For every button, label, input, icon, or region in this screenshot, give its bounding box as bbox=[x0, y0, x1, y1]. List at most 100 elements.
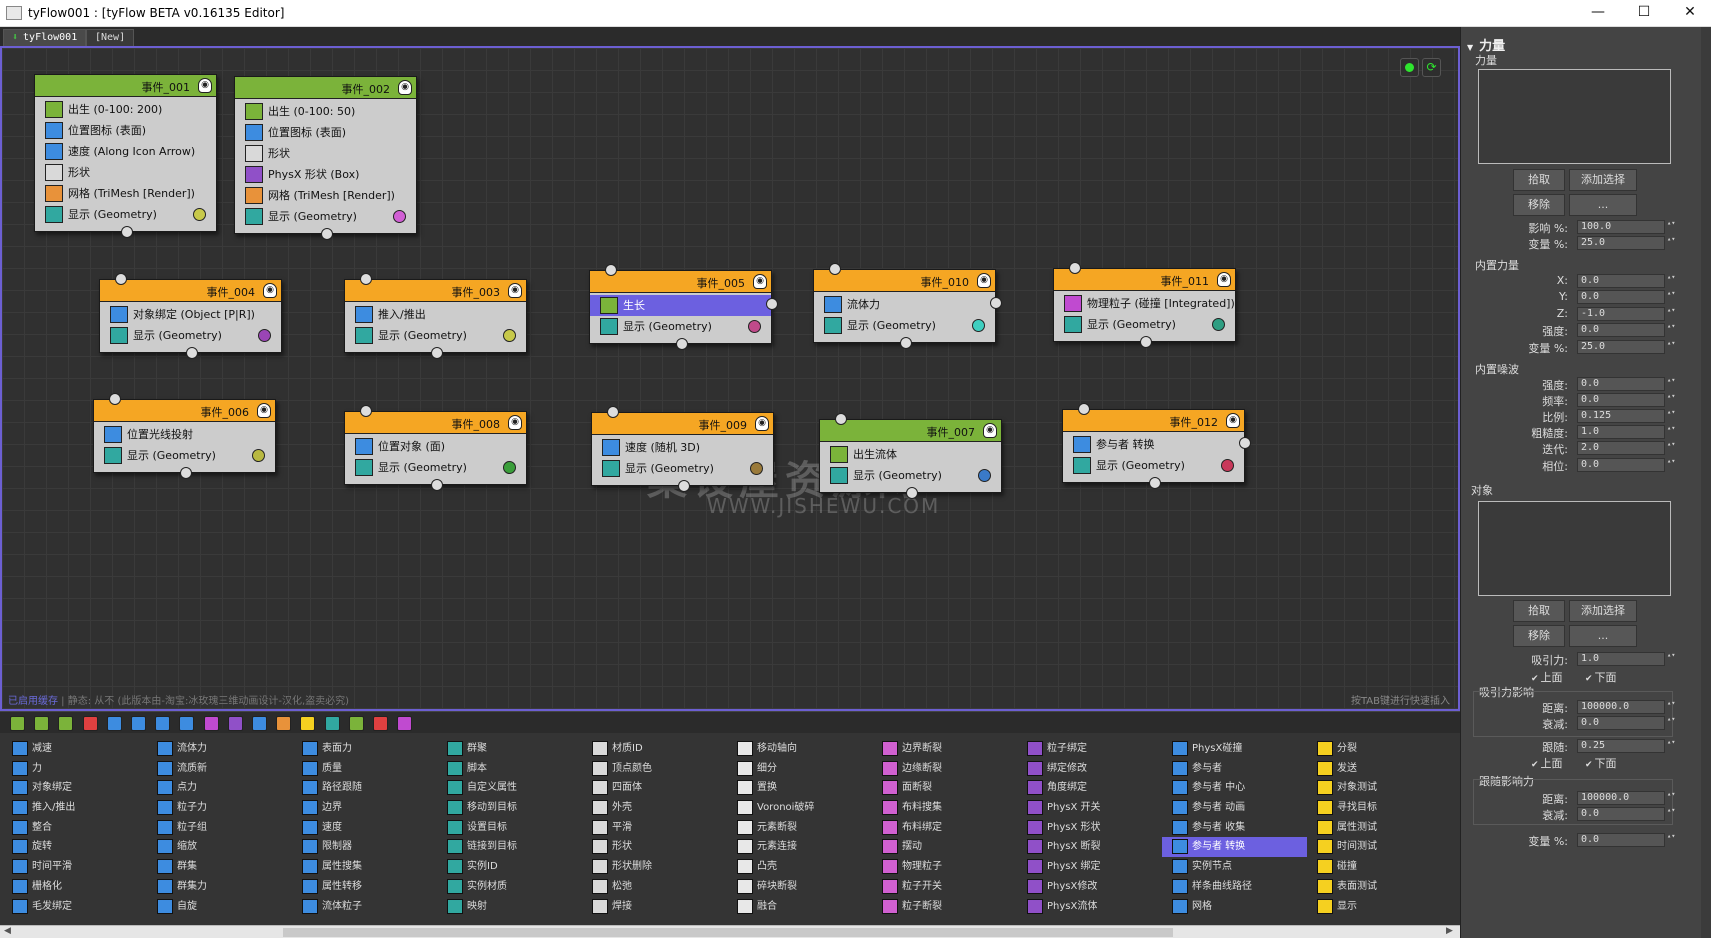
event-header[interactable]: 事件_003 ◉ bbox=[345, 280, 526, 302]
lightbulb-icon[interactable]: ◉ bbox=[1217, 272, 1231, 287]
event-header[interactable]: 事件_007 ◉ bbox=[820, 420, 1001, 442]
category-filter-icon[interactable] bbox=[203, 716, 219, 731]
event-header[interactable]: 事件_004 ◉ bbox=[100, 280, 281, 302]
operator-row[interactable]: 物理粒子 (碰撞 [Integrated]) bbox=[1054, 293, 1235, 314]
display-color-swatch[interactable] bbox=[258, 329, 271, 342]
operator-list-item[interactable]: 流体力 bbox=[147, 739, 292, 759]
display-color-swatch[interactable] bbox=[1212, 318, 1225, 331]
operator-row[interactable]: 显示 (Geometry) bbox=[94, 445, 275, 466]
operator-list-item[interactable]: 对象绑定 bbox=[2, 778, 147, 798]
category-filter-icon[interactable] bbox=[106, 716, 122, 731]
operator-list-item[interactable]: 时间平滑 bbox=[2, 857, 147, 877]
pick-button[interactable]: 拾取 bbox=[1513, 169, 1565, 191]
operator-list-item[interactable]: 细分 bbox=[727, 759, 872, 779]
operator-list-item[interactable]: 边界断裂 bbox=[872, 739, 1017, 759]
scroll-left-icon[interactable]: ◀ bbox=[4, 926, 11, 936]
distance-spinner[interactable]: 100000.0 bbox=[1577, 700, 1675, 714]
operator-list-item[interactable]: PhysX 绑定 bbox=[1017, 857, 1162, 877]
operator-row[interactable]: 速度 (Along Icon Arrow) bbox=[35, 141, 216, 162]
operator-list-item[interactable]: 路径跟随 bbox=[292, 778, 437, 798]
operator-list-item[interactable]: 绑定修改 bbox=[1017, 759, 1162, 779]
output-port[interactable] bbox=[320, 228, 333, 240]
operator-list-item[interactable]: 凸壳 bbox=[727, 857, 872, 877]
operator-list-item[interactable]: 碰撞 bbox=[1307, 857, 1452, 877]
operator-row[interactable]: 位置图标 (表面) bbox=[235, 122, 416, 143]
above-follow-checkbox[interactable]: ✔ 上面 bbox=[1531, 755, 1563, 771]
operator-list-item[interactable]: 群集 bbox=[147, 857, 292, 877]
operator-list-item[interactable]: PhysX 开关 bbox=[1017, 798, 1162, 818]
test-output-port[interactable] bbox=[990, 297, 1002, 309]
category-filter-icon[interactable] bbox=[10, 716, 25, 731]
flow-canvas[interactable]: ⟳ 集设屋资源网 WWW.JISHEWU.COM 已启用缓存 | 静态: 从不 … bbox=[0, 46, 1460, 711]
event-header[interactable]: 事件_006 ◉ bbox=[94, 400, 275, 422]
operator-list-item[interactable]: 流质新 bbox=[147, 759, 292, 779]
operator-list-item[interactable]: 整合 bbox=[2, 818, 147, 838]
operator-list-item[interactable]: 时间测试 bbox=[1307, 837, 1452, 857]
output-port[interactable] bbox=[120, 226, 133, 238]
lightbulb-icon[interactable]: ◉ bbox=[263, 283, 277, 298]
operator-list-item[interactable]: 自定义属性 bbox=[437, 778, 582, 798]
remove-objects-button[interactable]: 移除 bbox=[1513, 625, 1565, 647]
add-select-objects-button[interactable]: 添加选择 bbox=[1569, 600, 1637, 622]
operator-list-item[interactable]: 对象测试 bbox=[1307, 778, 1452, 798]
event-node[interactable]: 事件_010 ◉ 流体力 显示 (Geometry) bbox=[813, 263, 1002, 349]
operator-row[interactable]: 显示 (Geometry) bbox=[345, 457, 526, 478]
operator-list-item[interactable]: 面断裂 bbox=[872, 778, 1017, 798]
event-header[interactable]: 事件_002 ◉ bbox=[235, 77, 416, 99]
operator-list-item[interactable]: 流体粒子 bbox=[292, 897, 437, 917]
y-spinner[interactable]: 0.0 bbox=[1577, 290, 1675, 304]
category-filter-icon[interactable] bbox=[155, 716, 171, 731]
operator-list-item[interactable]: 松弛 bbox=[582, 877, 727, 897]
operator-list-item[interactable]: 外壳 bbox=[582, 798, 727, 818]
event-header[interactable]: 事件_010 ◉ bbox=[814, 270, 995, 292]
operator-row[interactable]: 显示 (Geometry) bbox=[1063, 455, 1244, 476]
event-node[interactable]: 事件_006 ◉ 位置光线投射 显示 (Geometry) bbox=[93, 393, 276, 479]
lightbulb-icon[interactable]: ◉ bbox=[198, 78, 212, 93]
operator-row[interactable]: 对象绑定 (Object [P|R]) bbox=[100, 304, 281, 325]
operator-list-item[interactable]: 栅格化 bbox=[2, 877, 147, 897]
operator-list-item[interactable]: 实例材质 bbox=[437, 877, 582, 897]
operator-row[interactable]: 出生流体 bbox=[820, 444, 1001, 465]
output-port[interactable] bbox=[677, 480, 690, 492]
category-filter-icon[interactable] bbox=[300, 716, 316, 731]
more-objects-button[interactable]: ... bbox=[1569, 625, 1637, 647]
operator-row[interactable]: 出生 (0-100: 200) bbox=[35, 99, 216, 120]
x-spinner[interactable]: 0.0 bbox=[1577, 274, 1675, 288]
output-port[interactable] bbox=[899, 337, 912, 349]
event-node[interactable]: 事件_002 ◉ 出生 (0-100: 50) 位置图标 (表面) 形状 PhysX 形状… bbox=[234, 76, 417, 240]
noise-scale-spinner[interactable]: 0.125 bbox=[1577, 409, 1675, 423]
operator-list-item[interactable]: 粒子断裂 bbox=[872, 897, 1017, 917]
operator-list-item[interactable]: 样条曲线路径 bbox=[1162, 877, 1307, 897]
event-node[interactable]: 事件_004 ◉ 对象绑定 (Object [P|R]) 显示 (Geometry) bbox=[99, 273, 282, 359]
follow-spinner[interactable]: 0.25 bbox=[1577, 739, 1675, 753]
output-port[interactable] bbox=[905, 487, 918, 499]
category-filter-icon[interactable] bbox=[34, 716, 50, 731]
category-filter-icon[interactable] bbox=[276, 716, 292, 731]
operator-list-item[interactable]: 布料搜集 bbox=[872, 798, 1017, 818]
operator-list-item[interactable]: 布料绑定 bbox=[872, 818, 1017, 838]
event-header[interactable]: 事件_001 ◉ bbox=[35, 75, 216, 97]
operator-list-item[interactable]: 实例ID bbox=[437, 857, 582, 877]
input-port[interactable] bbox=[835, 413, 847, 425]
operator-list-item[interactable]: PhysX流体 bbox=[1017, 897, 1162, 917]
operator-list-item[interactable]: 点力 bbox=[147, 778, 292, 798]
input-port[interactable] bbox=[360, 273, 372, 285]
operator-list-item[interactable]: 角度绑定 bbox=[1017, 778, 1162, 798]
distance2-spinner[interactable]: 100000.0 bbox=[1577, 791, 1675, 805]
operator-list-item[interactable]: 发送 bbox=[1307, 759, 1452, 779]
influence-spinner[interactable]: 100.0 bbox=[1577, 220, 1675, 234]
noise-frequency-spinner[interactable]: 0.0 bbox=[1577, 393, 1675, 407]
category-filter-icon[interactable] bbox=[397, 716, 413, 731]
output-port[interactable] bbox=[430, 347, 443, 359]
noise-strength-spinner[interactable]: 0.0 bbox=[1577, 377, 1675, 391]
operator-row[interactable]: 显示 (Geometry) bbox=[1054, 314, 1235, 335]
operator-list-item[interactable]: 置换 bbox=[727, 778, 872, 798]
operator-list-item[interactable]: 焊接 bbox=[582, 897, 727, 917]
operator-list-item[interactable]: 参与者 中心 bbox=[1162, 778, 1307, 798]
lightbulb-icon[interactable]: ◉ bbox=[398, 80, 412, 95]
operator-list-item[interactable]: 映射 bbox=[437, 897, 582, 917]
input-port[interactable] bbox=[605, 264, 617, 276]
event-header[interactable]: 事件_005 ◉ bbox=[590, 271, 771, 293]
operator-list-item[interactable]: 元素连接 bbox=[727, 837, 872, 857]
test-output-port[interactable] bbox=[766, 298, 778, 310]
